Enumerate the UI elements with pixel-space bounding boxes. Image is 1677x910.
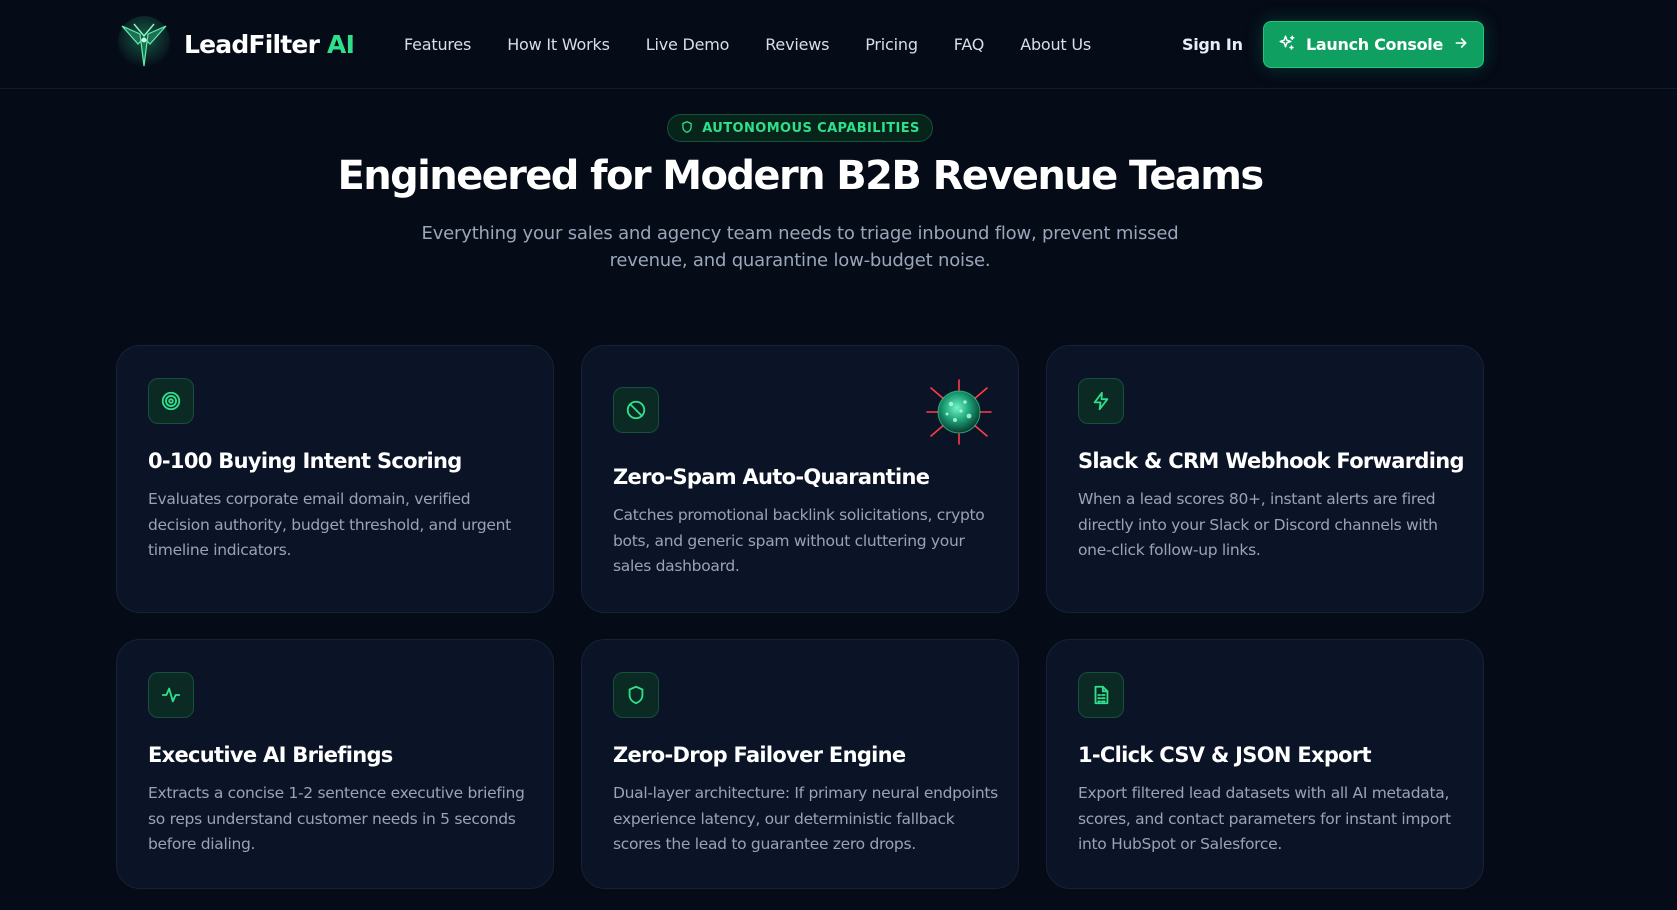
brand-name-accent: AI <box>327 29 355 59</box>
feature-card-csv-json-export: 1-Click CSV & JSON Export Export filtere… <box>1046 639 1484 889</box>
virus-icon <box>925 378 993 446</box>
target-icon <box>148 378 194 424</box>
feature-card-title: Slack & CRM Webhook Forwarding <box>1078 449 1465 473</box>
top-navbar: LeadFilter AI Features How It Works Live… <box>0 0 1677 89</box>
sign-in-link[interactable]: Sign In <box>1182 0 1243 89</box>
capabilities-badge-label: AUTONOMOUS CAPABILITIES <box>702 120 920 136</box>
feature-card-description: Export filtered lead datasets with all A… <box>1078 784 1451 853</box>
nav-link-live-demo[interactable]: Live Demo <box>646 35 730 54</box>
brand-name-text: LeadFilter <box>184 29 320 59</box>
feature-card-title: Executive AI Briefings <box>148 743 393 767</box>
feature-card-failover-engine: Zero-Drop Failover Engine Dual-layer arc… <box>581 639 1019 889</box>
nav-link-features[interactable]: Features <box>404 35 471 54</box>
launch-console-label: Launch Console <box>1306 35 1443 54</box>
feature-card-description: Catches promotional backlink solicitatio… <box>613 506 985 575</box>
section-subtitle: Everything your sales and agency team ne… <box>421 223 1179 271</box>
feature-card-title: 0-100 Buying Intent Scoring <box>148 449 462 473</box>
feature-card-description: When a lead scores 80+, instant alerts a… <box>1078 490 1438 559</box>
feature-card-title: Zero-Spam Auto-Quarantine <box>613 465 930 489</box>
nav-link-about-us[interactable]: About Us <box>1020 35 1091 54</box>
ban-icon <box>613 387 659 433</box>
file-spreadsheet-icon <box>1078 672 1124 718</box>
feature-card-description: Evaluates corporate email domain, verifi… <box>148 490 511 559</box>
feature-card-ai-briefings: Executive AI Briefings Extracts a concis… <box>116 639 554 889</box>
feature-card-description: Dual-layer architecture: If primary neur… <box>613 784 998 853</box>
capabilities-badge: AUTONOMOUS CAPABILITIES <box>667 114 933 142</box>
feature-card-auto-quarantine: Zero-Spam Auto-Quarantine Catches promot… <box>581 345 1019 613</box>
launch-console-button[interactable]: Launch Console <box>1263 21 1484 68</box>
feature-card-title: 1-Click CSV & JSON Export <box>1078 743 1372 767</box>
nav-link-how-it-works[interactable]: How It Works <box>507 35 610 54</box>
logo-icon <box>116 14 172 74</box>
shield-icon <box>680 119 694 138</box>
brand[interactable]: LeadFilter AI <box>116 14 355 74</box>
nav-link-reviews[interactable]: Reviews <box>765 35 829 54</box>
nav-link-pricing[interactable]: Pricing <box>865 35 918 54</box>
zap-icon <box>1078 378 1124 424</box>
arrow-right-icon <box>1453 35 1469 55</box>
feature-card-title: Zero-Drop Failover Engine <box>613 743 906 767</box>
feature-card-webhook-forwarding: Slack & CRM Webhook Forwarding When a le… <box>1046 345 1484 613</box>
nav-links: Features How It Works Live Demo Reviews … <box>404 0 1127 89</box>
section-title: Engineered for Modern B2B Revenue Teams <box>337 153 1264 199</box>
nav-link-faq[interactable]: FAQ <box>954 35 985 54</box>
sparkles-icon <box>1278 34 1296 56</box>
feature-card-description: Extracts a concise 1-2 sentence executiv… <box>148 784 525 853</box>
shield-icon <box>613 672 659 718</box>
feature-card-intent-scoring: 0-100 Buying Intent Scoring Evaluates co… <box>116 345 554 613</box>
brand-name: LeadFilter AI <box>184 29 355 59</box>
activity-icon <box>148 672 194 718</box>
